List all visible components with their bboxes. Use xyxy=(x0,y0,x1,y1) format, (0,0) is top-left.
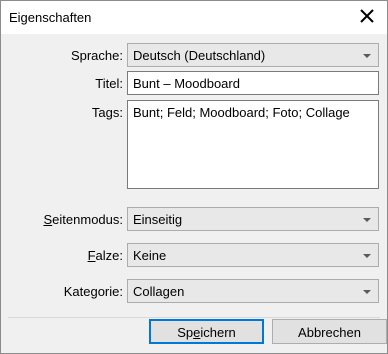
dialog-title: Eigenschaften xyxy=(9,10,92,25)
language-value: Deutsch (Deutschland) xyxy=(133,48,266,63)
tags-textarea[interactable]: Bunt; Feld; Moodboard; Foto; Collage xyxy=(127,100,379,189)
title-label: Titel: xyxy=(95,76,123,91)
divider xyxy=(8,317,380,318)
tags-label: Tags: xyxy=(91,105,123,120)
title-input[interactable]: Bunt – Moodboard xyxy=(127,71,379,95)
category-value: Collagen xyxy=(133,284,185,299)
title-bar: Eigenschaften xyxy=(1,1,387,34)
page-mode-label: Seitenmodus: xyxy=(43,212,124,227)
folds-label: Falze: xyxy=(87,248,123,263)
page-mode-select[interactable]: Einseitig xyxy=(127,207,379,231)
chevron-down-icon xyxy=(363,218,371,222)
folds-select[interactable]: Keine xyxy=(127,243,379,267)
category-select[interactable]: Collagen xyxy=(127,279,379,303)
cancel-button[interactable]: Abbrechen xyxy=(272,319,387,344)
chevron-down-icon xyxy=(363,54,371,58)
chevron-down-icon xyxy=(363,254,371,258)
close-icon xyxy=(360,9,374,23)
chevron-down-icon xyxy=(363,290,371,294)
language-label: Sprache: xyxy=(70,48,123,63)
title-value: Bunt – Moodboard xyxy=(133,76,240,91)
close-button[interactable] xyxy=(349,1,385,31)
category-label: Kategorie: xyxy=(63,284,123,299)
tags-value: Bunt; Feld; Moodboard; Foto; Collage xyxy=(133,105,350,120)
dialog-body: Sprache: Deutsch (Deutschland) Titel: Bu… xyxy=(1,34,387,353)
folds-value: Keine xyxy=(133,248,167,263)
properties-dialog: Eigenschaften Sprache: Deutsch (Deutschl… xyxy=(0,0,388,354)
language-select[interactable]: Deutsch (Deutschland) xyxy=(127,43,379,67)
page-mode-value: Einseitig xyxy=(133,212,183,227)
save-button[interactable]: Speichern xyxy=(149,319,264,344)
